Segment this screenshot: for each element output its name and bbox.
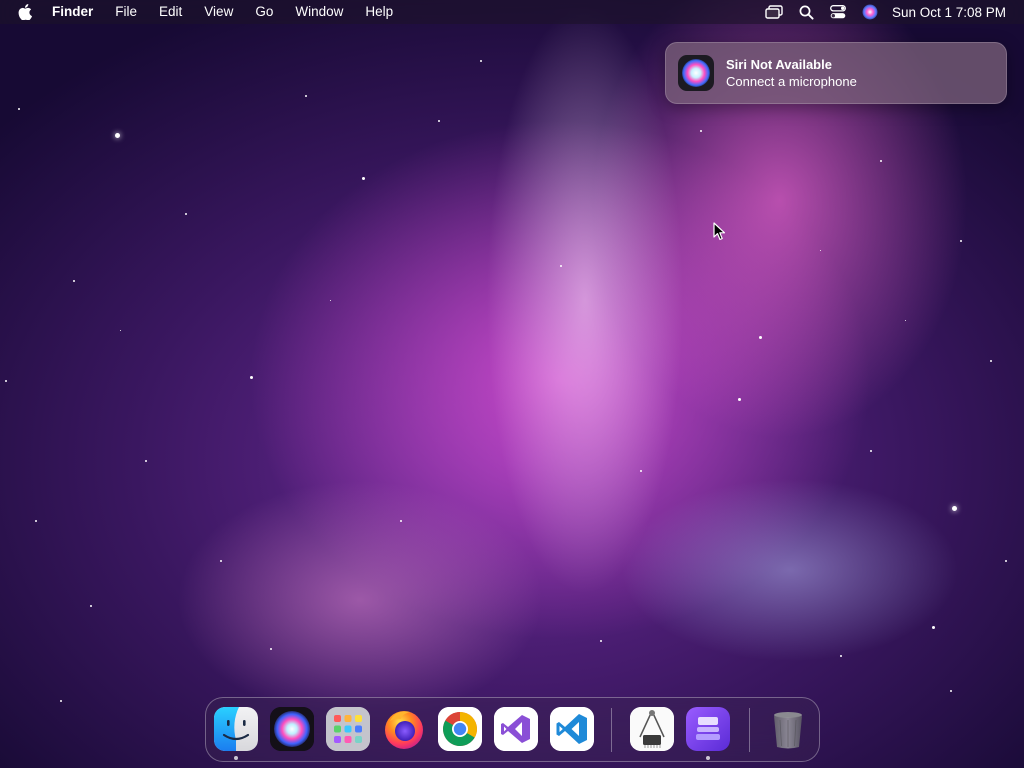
dock-separator — [611, 708, 612, 752]
menu-window[interactable]: Window — [295, 0, 343, 24]
siri-notification[interactable]: Siri Not Available Connect a microphone — [665, 42, 1007, 104]
menu-clock[interactable]: Sun Oct 1 7:08 PM — [892, 5, 1006, 20]
menu-go[interactable]: Go — [255, 0, 273, 24]
launchpad-icon — [326, 707, 370, 751]
dock-apple-configurator[interactable] — [686, 707, 730, 751]
chrome-icon — [438, 707, 482, 751]
dock-separator-trash — [749, 708, 750, 752]
control-center-icon[interactable] — [829, 5, 846, 19]
vscode-icon — [550, 707, 594, 751]
dock — [205, 697, 820, 762]
apple-configurator-running-indicator — [706, 756, 710, 760]
dock-system-information[interactable] — [630, 707, 674, 751]
dock-finder[interactable] — [214, 707, 258, 751]
dock-vscode[interactable] — [550, 707, 594, 751]
siri-icon[interactable] — [862, 4, 878, 20]
dock-firefox[interactable] — [382, 707, 426, 751]
siri-icon — [270, 707, 314, 751]
notification-title: Siri Not Available — [726, 56, 832, 72]
dock-siri[interactable] — [270, 707, 314, 751]
trash-icon — [774, 712, 802, 749]
notification-body: Connect a microphone — [726, 73, 857, 89]
finder-icon — [214, 707, 258, 751]
dock-launchpad[interactable] — [326, 707, 370, 751]
screen-mirroring-icon[interactable] — [765, 5, 783, 19]
siri-icon — [678, 55, 714, 91]
visual-studio-icon — [494, 707, 538, 751]
status-area: Sun Oct 1 7:08 PM — [749, 0, 1006, 24]
system-information-icon — [630, 707, 674, 751]
menu-app-name[interactable]: Finder — [52, 0, 93, 24]
apple-configurator-icon — [686, 707, 730, 751]
dock-chrome[interactable] — [438, 707, 482, 751]
dock-trash[interactable] — [766, 707, 810, 751]
firefox-icon — [385, 711, 423, 749]
apple-menu-icon[interactable] — [18, 0, 34, 24]
dock-visual-studio[interactable] — [494, 707, 538, 751]
menu-help[interactable]: Help — [365, 0, 393, 24]
mouse-cursor-icon — [713, 222, 726, 246]
finder-running-indicator — [234, 756, 238, 760]
menu-edit[interactable]: Edit — [159, 0, 182, 24]
notification-text: Siri Not Available Connect a microphone — [726, 57, 857, 90]
wallpaper — [0, 0, 1024, 768]
spotlight-search-icon[interactable] — [799, 5, 814, 20]
menu-file[interactable]: File — [115, 0, 137, 24]
menu-bar: Finder File Edit View Go Window Help Sun… — [0, 0, 1024, 24]
menu-view[interactable]: View — [204, 0, 233, 24]
